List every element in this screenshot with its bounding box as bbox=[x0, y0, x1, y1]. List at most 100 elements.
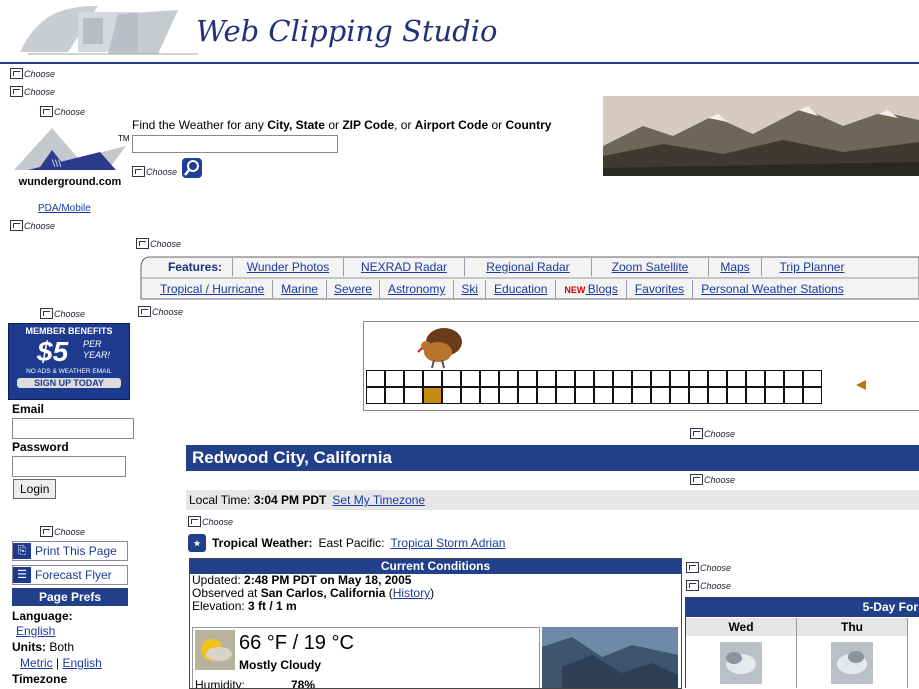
calendar-cell bbox=[518, 370, 537, 387]
calendar-cell bbox=[670, 387, 689, 404]
calendar-cell bbox=[385, 370, 404, 387]
calendar-cell bbox=[727, 387, 746, 404]
partly-cloudy-icon bbox=[720, 642, 762, 684]
choose-widget[interactable]: Choose bbox=[10, 220, 55, 231]
forecast-day: Thu bbox=[797, 618, 908, 636]
humidity-label: Humidity: bbox=[195, 678, 246, 689]
forecast-day: Wed bbox=[686, 618, 797, 636]
choose-icon bbox=[40, 308, 53, 319]
tab-regional-radar[interactable]: Regional Radar bbox=[465, 258, 592, 276]
page-title: Web Clipping Studio bbox=[196, 14, 498, 48]
calendar-cell bbox=[765, 387, 784, 404]
calendar-cell bbox=[689, 370, 708, 387]
features-nav: Features: Wunder Photos NEXRAD Radar Reg… bbox=[140, 256, 919, 300]
calendar-cell bbox=[423, 370, 442, 387]
logo-text: wunderground.com bbox=[18, 176, 122, 188]
tab-blogs[interactable]: NEW Blogs bbox=[556, 280, 627, 298]
tab-wunder-photos[interactable]: Wunder Photos bbox=[233, 258, 344, 276]
tropical-storm-link[interactable]: Tropical Storm Adrian bbox=[391, 536, 506, 550]
choose-icon bbox=[132, 166, 145, 177]
calendar-cell bbox=[537, 370, 556, 387]
timezone-label: Timezone bbox=[12, 672, 68, 686]
tab-favorites[interactable]: Favorites bbox=[627, 280, 694, 298]
calendar-cell bbox=[765, 370, 784, 387]
choose-widget[interactable]: Choose bbox=[10, 86, 55, 97]
search-button[interactable] bbox=[182, 158, 202, 178]
member-benefits-ad[interactable]: MEMBER BENEFITS $5 PER YEAR! NO ADS & WE… bbox=[8, 323, 130, 400]
tab-marine[interactable]: Marine bbox=[273, 280, 327, 298]
choose-widget[interactable]: Choose bbox=[686, 580, 731, 591]
arrow-left-icon[interactable] bbox=[854, 378, 868, 392]
choose-widget[interactable]: Choose bbox=[40, 106, 85, 117]
tab-zoom-satellite[interactable]: Zoom Satellite bbox=[592, 258, 709, 276]
tab-ski[interactable]: Ski bbox=[454, 280, 487, 298]
search-input[interactable] bbox=[132, 135, 338, 153]
choose-widget[interactable]: Choose bbox=[136, 238, 181, 249]
choose-icon bbox=[10, 68, 23, 79]
calendar-cell bbox=[727, 370, 746, 387]
banner: Web Clipping Studio bbox=[0, 0, 919, 64]
member-note: NO ADS & WEATHER EMAIL bbox=[26, 368, 112, 375]
pda-mobile-link[interactable]: PDA/Mobile bbox=[38, 203, 91, 214]
tab-nexrad-radar[interactable]: NEXRAD Radar bbox=[344, 258, 465, 276]
forecast-flyer-button[interactable]: ☰ Forecast Flyer bbox=[12, 565, 128, 585]
local-map[interactable] bbox=[542, 627, 678, 689]
choose-widget[interactable]: Choose bbox=[10, 68, 55, 79]
forecast-header: 5-Day For bbox=[686, 598, 919, 617]
calendar-cell bbox=[385, 387, 404, 404]
calendar-cell bbox=[651, 370, 670, 387]
calendar-cell bbox=[575, 387, 594, 404]
holiday-calendar bbox=[363, 321, 919, 411]
calendar-cell bbox=[404, 370, 423, 387]
choose-widget[interactable]: Choose bbox=[690, 428, 735, 439]
language-english-link[interactable]: English bbox=[16, 624, 55, 638]
login-button[interactable]: Login bbox=[13, 479, 57, 499]
choose-icon bbox=[690, 428, 703, 439]
language-label: Language: bbox=[12, 609, 73, 623]
calendar-cell bbox=[499, 370, 518, 387]
choose-widget[interactable]: Choose bbox=[690, 474, 735, 485]
calendar-cell bbox=[708, 370, 727, 387]
tab-astronomy[interactable]: Astronomy bbox=[380, 280, 455, 298]
choose-widget[interactable]: Choose bbox=[188, 516, 233, 527]
choose-widget[interactable]: Choose bbox=[138, 306, 183, 317]
choose-icon bbox=[138, 306, 151, 317]
current-conditions-panel: Current Conditions Updated: 2:48 PM PDT … bbox=[189, 558, 682, 689]
units-english-link[interactable]: English bbox=[62, 656, 101, 670]
calendar-cell bbox=[461, 387, 480, 404]
calendar-cell bbox=[670, 370, 689, 387]
calendar-cell bbox=[366, 370, 385, 387]
email-field[interactable] bbox=[12, 418, 134, 439]
tab-trip-planner[interactable]: Trip Planner bbox=[762, 258, 862, 276]
tab-tropical-hurricane[interactable]: Tropical / Hurricane bbox=[152, 280, 274, 298]
choose-widget[interactable]: Choose bbox=[40, 308, 85, 319]
features-row-2: Tropical / Hurricane Marine Severe Astro… bbox=[152, 279, 852, 299]
forecast-cell bbox=[686, 636, 797, 688]
password-field[interactable] bbox=[12, 456, 126, 477]
member-signup-button[interactable]: SIGN UP TODAY bbox=[17, 378, 121, 388]
calendar-cell bbox=[632, 387, 651, 404]
set-timezone-link[interactable]: Set My Timezone bbox=[332, 493, 425, 507]
tab-severe[interactable]: Severe bbox=[327, 280, 380, 298]
calendar-cell bbox=[594, 370, 613, 387]
units-metric-link[interactable]: Metric bbox=[20, 656, 53, 670]
print-page-button[interactable]: ⎘ Print This Page bbox=[12, 541, 128, 561]
calendar-cell bbox=[556, 370, 575, 387]
member-year: YEAR! bbox=[83, 350, 111, 360]
calendar-cell bbox=[499, 387, 518, 404]
tab-maps[interactable]: Maps bbox=[709, 258, 762, 276]
choose-widget[interactable]: Choose bbox=[40, 526, 85, 537]
history-link[interactable]: History bbox=[393, 586, 430, 600]
wunderground-logo[interactable]: \\\ TM wunderground.com bbox=[8, 122, 132, 192]
tab-education[interactable]: Education bbox=[486, 280, 557, 298]
email-label: Email bbox=[12, 402, 45, 416]
forecast-cell bbox=[797, 636, 908, 688]
choose-widget[interactable]: Choose bbox=[132, 166, 177, 177]
calendar-cell bbox=[689, 387, 708, 404]
choose-widget[interactable]: Choose bbox=[686, 562, 731, 573]
calendar-cell bbox=[708, 387, 727, 404]
tab-personal-weather-stations[interactable]: Personal Weather Stations bbox=[693, 280, 852, 298]
calendar-cell bbox=[480, 370, 499, 387]
password-label: Password bbox=[12, 440, 69, 454]
calendar-cell bbox=[423, 387, 442, 404]
